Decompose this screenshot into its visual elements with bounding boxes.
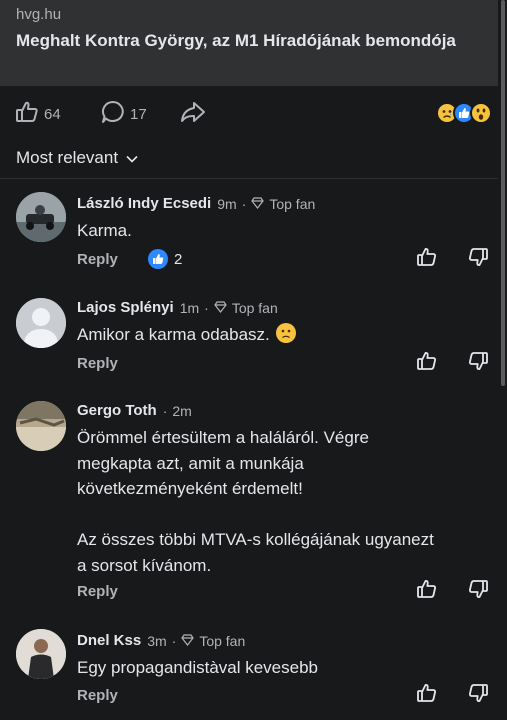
reply-button[interactable]: Reply — [77, 251, 118, 268]
comment-time[interactable]: 2m — [172, 403, 191, 419]
top-fan-badge: Top fan — [231, 299, 278, 316]
like-button[interactable]: 64 — [14, 100, 61, 128]
comment-text: Egy propagandistàval kevesebb — [77, 658, 318, 677]
scrollbar[interactable] — [501, 0, 505, 386]
downvote-button[interactable] — [467, 578, 489, 605]
link-preview-card[interactable]: hvg.hu Meghalt Kontra György, az M1 Híra… — [0, 0, 498, 86]
downvote-button[interactable] — [467, 350, 489, 377]
comment-header: László Indy Ecsedi 9m · Top fan — [77, 195, 315, 212]
avatar[interactable] — [16, 298, 66, 348]
reply-button[interactable]: Reply — [77, 583, 118, 600]
downvote-button[interactable] — [467, 682, 489, 709]
reaction-summary[interactable] — [436, 102, 492, 124]
comment-text: Örömmel értesültem a haláláról. Végre me… — [77, 425, 497, 578]
thumb-down-outline-icon — [467, 578, 489, 605]
like-reaction-icon — [148, 249, 168, 269]
chevron-down-icon — [126, 148, 138, 168]
diamond-icon — [251, 196, 265, 212]
thumb-down-outline-icon — [467, 246, 489, 273]
reply-button[interactable]: Reply — [77, 355, 118, 372]
separator: · — [241, 195, 247, 212]
comment-text-line — [77, 502, 497, 528]
comment-header: Gergo Toth · 2m — [77, 402, 192, 419]
avatar[interactable] — [16, 192, 66, 242]
avatar[interactable] — [16, 401, 66, 451]
sort-label: Most relevant — [16, 148, 119, 167]
commenter-name[interactable]: Lajos Splényi — [77, 299, 174, 316]
comment-reactions[interactable]: 2 — [148, 249, 182, 269]
commenter-name[interactable]: Gergo Toth — [77, 402, 157, 419]
comment-text: Amikor a karma odabasz. — [77, 325, 270, 344]
upvote-button[interactable] — [416, 246, 438, 273]
thumbs-up-icon — [14, 99, 40, 130]
commenter-name[interactable]: László Indy Ecsedi — [77, 195, 211, 212]
confused-face-icon — [275, 323, 296, 343]
downvote-button[interactable] — [467, 246, 489, 273]
comment-time[interactable]: 3m — [147, 633, 166, 649]
comment-button[interactable]: 17 — [100, 100, 147, 128]
thumb-down-outline-icon — [467, 350, 489, 377]
post-action-row: 64 17 — [0, 100, 498, 128]
comment-text-line: megkapta azt, amit a munkája — [77, 453, 304, 473]
comment-text-line: Az összes többi MTVA-s kollégájának ugya… — [77, 530, 434, 549]
thumb-up-outline-icon — [416, 350, 438, 377]
comment-header: Dnel Kss 3m · Top fan — [77, 632, 245, 649]
diamond-icon — [181, 633, 195, 649]
comment-count: 17 — [130, 105, 147, 123]
separator: · — [171, 632, 177, 649]
sort-dropdown[interactable]: Most relevant — [16, 148, 138, 168]
comment-meta: · 2m — [163, 403, 192, 419]
comment-text: Karma. — [77, 221, 132, 240]
reply-button[interactable]: Reply — [77, 687, 118, 704]
avatar[interactable] — [16, 629, 66, 679]
upvote-button[interactable] — [416, 682, 438, 709]
commenter-name[interactable]: Dnel Kss — [77, 632, 141, 649]
comment-text-container: Amikor a karma odabasz. — [77, 322, 497, 348]
diamond-icon — [214, 300, 227, 316]
comment-time[interactable]: 1m — [180, 300, 199, 316]
wow-reaction-icon — [470, 102, 492, 124]
upvote-button[interactable] — [416, 350, 438, 377]
comment-meta: 1m · Top fan — [180, 300, 278, 316]
comment-time[interactable]: 9m — [217, 196, 236, 212]
comment-text-line: következményeként érdemelt! — [77, 479, 303, 498]
separator: · — [204, 299, 209, 316]
thumb-up-outline-icon — [416, 578, 438, 605]
comment-meta: 9m · Top fan — [217, 196, 315, 212]
link-source: hvg.hu — [16, 6, 62, 23]
like-count: 64 — [44, 105, 61, 123]
comment-bubble-icon — [100, 99, 126, 130]
thumb-down-outline-icon — [467, 682, 489, 709]
thumb-up-outline-icon — [416, 246, 438, 273]
comment-header: Lajos Splényi 1m · Top fan — [77, 299, 278, 316]
share-button[interactable] — [179, 100, 207, 128]
comment-meta: 3m · Top fan — [147, 633, 245, 649]
thumb-up-outline-icon — [416, 682, 438, 709]
separator: · — [162, 402, 168, 419]
reaction-count: 2 — [174, 250, 183, 268]
divider — [0, 178, 498, 179]
upvote-button[interactable] — [416, 578, 438, 605]
top-fan-badge: Top fan — [199, 632, 246, 649]
top-fan-badge: Top fan — [269, 195, 316, 212]
link-title[interactable]: Meghalt Kontra György, az M1 Híradójának… — [16, 29, 486, 52]
comment-text-line: Örömmel értesültem a haláláról. Végre — [77, 428, 369, 447]
comment-text-line: a sorsot kívánom. — [77, 555, 212, 575]
share-arrow-icon — [179, 99, 207, 130]
